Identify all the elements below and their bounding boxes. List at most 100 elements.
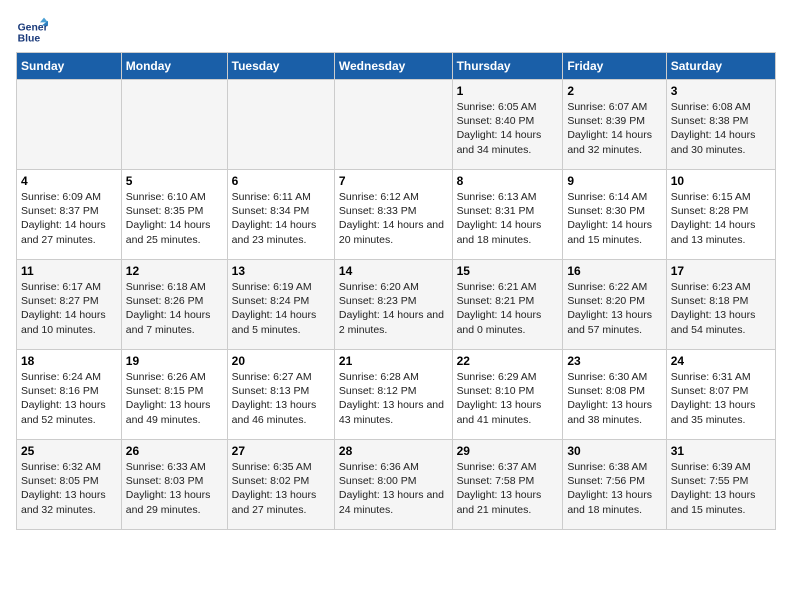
day-number: 30 — [567, 444, 661, 458]
day-number: 7 — [339, 174, 448, 188]
calendar-cell: 28 Sunrise: 6:36 AM Sunset: 8:00 PM Dayli… — [334, 440, 452, 530]
day-number: 22 — [457, 354, 559, 368]
cell-content: Sunrise: 6:13 AM Sunset: 8:31 PM Dayligh… — [457, 190, 559, 247]
day-number: 20 — [232, 354, 330, 368]
day-number: 27 — [232, 444, 330, 458]
cell-content: Sunrise: 6:23 AM Sunset: 8:18 PM Dayligh… — [671, 280, 771, 337]
day-number: 29 — [457, 444, 559, 458]
day-number: 16 — [567, 264, 661, 278]
calendar-cell: 10 Sunrise: 6:15 AM Sunset: 8:28 PM Dayli… — [666, 170, 775, 260]
col-header-wednesday: Wednesday — [334, 53, 452, 80]
calendar-cell: 9 Sunrise: 6:14 AM Sunset: 8:30 PM Daylig… — [563, 170, 666, 260]
calendar-cell: 21Sunrise: 6:28 AM Sunset: 8:12 PM Dayli… — [334, 350, 452, 440]
cell-content: Sunrise: 6:15 AM Sunset: 8:28 PM Dayligh… — [671, 190, 771, 247]
day-number: 15 — [457, 264, 559, 278]
cell-content: Sunrise: 6:28 AM Sunset: 8:12 PM Dayligh… — [339, 370, 448, 427]
day-number: 11 — [21, 264, 117, 278]
calendar-cell: 16Sunrise: 6:22 AM Sunset: 8:20 PM Dayli… — [563, 260, 666, 350]
calendar-cell: 6Sunrise: 6:11 AM Sunset: 8:34 PM Daylig… — [227, 170, 334, 260]
col-header-tuesday: Tuesday — [227, 53, 334, 80]
calendar-cell: 27 Sunrise: 6:35 AM Sunset: 8:02 PM Dayli… — [227, 440, 334, 530]
calendar-cell — [227, 80, 334, 170]
cell-content: Sunrise: 6:39 AM Sunset: 7:55 PM Dayligh… — [671, 460, 771, 517]
calendar-cell: 25 Sunrise: 6:32 AM Sunset: 8:05 PM Dayli… — [17, 440, 122, 530]
cell-content: Sunrise: 6:33 AM Sunset: 8:03 PM Dayligh… — [126, 460, 223, 517]
cell-content: Sunrise: 6:05 AM Sunset: 8:40 PM Dayligh… — [457, 100, 559, 157]
col-header-saturday: Saturday — [666, 53, 775, 80]
day-number: 12 — [126, 264, 223, 278]
calendar-cell — [17, 80, 122, 170]
calendar-cell: 17 Sunrise: 6:23 AM Sunset: 8:18 PM Dayli… — [666, 260, 775, 350]
calendar-cell: 30 Sunrise: 6:38 AM Sunset: 7:56 PM Dayli… — [563, 440, 666, 530]
week-row-3: 11 Sunrise: 6:17 AM Sunset: 8:27 PM Dayli… — [17, 260, 776, 350]
cell-content: Sunrise: 6:11 AM Sunset: 8:34 PM Dayligh… — [232, 190, 330, 247]
day-number: 8 — [457, 174, 559, 188]
cell-content: Sunrise: 6:07 AM Sunset: 8:39 PM Dayligh… — [567, 100, 661, 157]
day-number: 25 — [21, 444, 117, 458]
day-number: 19 — [126, 354, 223, 368]
col-header-sunday: Sunday — [17, 53, 122, 80]
logo: General Blue — [16, 16, 52, 48]
cell-content: Sunrise: 6:09 AM Sunset: 8:37 PM Dayligh… — [21, 190, 117, 247]
cell-content: Sunrise: 6:10 AM Sunset: 8:35 PM Dayligh… — [126, 190, 223, 247]
cell-content: Sunrise: 6:35 AM Sunset: 8:02 PM Dayligh… — [232, 460, 330, 517]
cell-content: Sunrise: 6:36 AM Sunset: 8:00 PM Dayligh… — [339, 460, 448, 517]
cell-content: Sunrise: 6:38 AM Sunset: 7:56 PM Dayligh… — [567, 460, 661, 517]
calendar-cell: 20Sunrise: 6:27 AM Sunset: 8:13 PM Dayli… — [227, 350, 334, 440]
day-number: 5 — [126, 174, 223, 188]
col-header-friday: Friday — [563, 53, 666, 80]
cell-content: Sunrise: 6:21 AM Sunset: 8:21 PM Dayligh… — [457, 280, 559, 337]
day-number: 28 — [339, 444, 448, 458]
header: General Blue — [16, 16, 776, 48]
day-number: 26 — [126, 444, 223, 458]
cell-content: Sunrise: 6:17 AM Sunset: 8:27 PM Dayligh… — [21, 280, 117, 337]
day-number: 10 — [671, 174, 771, 188]
calendar-cell: 19Sunrise: 6:26 AM Sunset: 8:15 PM Dayli… — [121, 350, 227, 440]
week-row-4: 18 Sunrise: 6:24 AM Sunset: 8:16 PM Dayli… — [17, 350, 776, 440]
day-number: 2 — [567, 84, 661, 98]
calendar-cell: 24 Sunrise: 6:31 AM Sunset: 8:07 PM Dayli… — [666, 350, 775, 440]
day-number: 4 — [21, 174, 117, 188]
day-number: 23 — [567, 354, 661, 368]
svg-text:Blue: Blue — [18, 34, 41, 45]
cell-content: Sunrise: 6:37 AM Sunset: 7:58 PM Dayligh… — [457, 460, 559, 517]
day-number: 17 — [671, 264, 771, 278]
cell-content: Sunrise: 6:30 AM Sunset: 8:08 PM Dayligh… — [567, 370, 661, 427]
calendar-cell: 13Sunrise: 6:19 AM Sunset: 8:24 PM Dayli… — [227, 260, 334, 350]
day-number: 31 — [671, 444, 771, 458]
week-row-2: 4 Sunrise: 6:09 AM Sunset: 8:37 PM Daylig… — [17, 170, 776, 260]
week-row-1: 1 Sunrise: 6:05 AM Sunset: 8:40 PM Daylig… — [17, 80, 776, 170]
calendar-cell: 5 Sunrise: 6:10 AM Sunset: 8:35 PM Daylig… — [121, 170, 227, 260]
day-number: 13 — [232, 264, 330, 278]
calendar-cell: 29 Sunrise: 6:37 AM Sunset: 7:58 PM Dayli… — [452, 440, 563, 530]
calendar-cell: 12 Sunrise: 6:18 AM Sunset: 8:26 PM Dayli… — [121, 260, 227, 350]
calendar-cell: 3 Sunrise: 6:08 AM Sunset: 8:38 PM Daylig… — [666, 80, 775, 170]
calendar-cell — [334, 80, 452, 170]
calendar-cell: 7Sunrise: 6:12 AM Sunset: 8:33 PM Daylig… — [334, 170, 452, 260]
calendar-cell: 1 Sunrise: 6:05 AM Sunset: 8:40 PM Daylig… — [452, 80, 563, 170]
col-header-monday: Monday — [121, 53, 227, 80]
calendar-cell: 26 Sunrise: 6:33 AM Sunset: 8:03 PM Dayli… — [121, 440, 227, 530]
day-number: 18 — [21, 354, 117, 368]
col-header-thursday: Thursday — [452, 53, 563, 80]
cell-content: Sunrise: 6:32 AM Sunset: 8:05 PM Dayligh… — [21, 460, 117, 517]
calendar-cell — [121, 80, 227, 170]
svg-text:General: General — [18, 22, 48, 33]
cell-content: Sunrise: 6:20 AM Sunset: 8:23 PM Dayligh… — [339, 280, 448, 337]
cell-content: Sunrise: 6:24 AM Sunset: 8:16 PM Dayligh… — [21, 370, 117, 427]
calendar-cell: 14 Sunrise: 6:20 AM Sunset: 8:23 PM Dayli… — [334, 260, 452, 350]
day-number: 3 — [671, 84, 771, 98]
calendar-cell: 31 Sunrise: 6:39 AM Sunset: 7:55 PM Dayli… — [666, 440, 775, 530]
logo-icon: General Blue — [16, 16, 48, 48]
calendar-cell: 11 Sunrise: 6:17 AM Sunset: 8:27 PM Dayli… — [17, 260, 122, 350]
cell-content: Sunrise: 6:31 AM Sunset: 8:07 PM Dayligh… — [671, 370, 771, 427]
cell-content: Sunrise: 6:18 AM Sunset: 8:26 PM Dayligh… — [126, 280, 223, 337]
calendar-cell: 8 Sunrise: 6:13 AM Sunset: 8:31 PM Daylig… — [452, 170, 563, 260]
day-number: 14 — [339, 264, 448, 278]
week-row-5: 25 Sunrise: 6:32 AM Sunset: 8:05 PM Dayli… — [17, 440, 776, 530]
day-number: 1 — [457, 84, 559, 98]
cell-content: Sunrise: 6:14 AM Sunset: 8:30 PM Dayligh… — [567, 190, 661, 247]
cell-content: Sunrise: 6:08 AM Sunset: 8:38 PM Dayligh… — [671, 100, 771, 157]
day-number: 24 — [671, 354, 771, 368]
day-number: 9 — [567, 174, 661, 188]
